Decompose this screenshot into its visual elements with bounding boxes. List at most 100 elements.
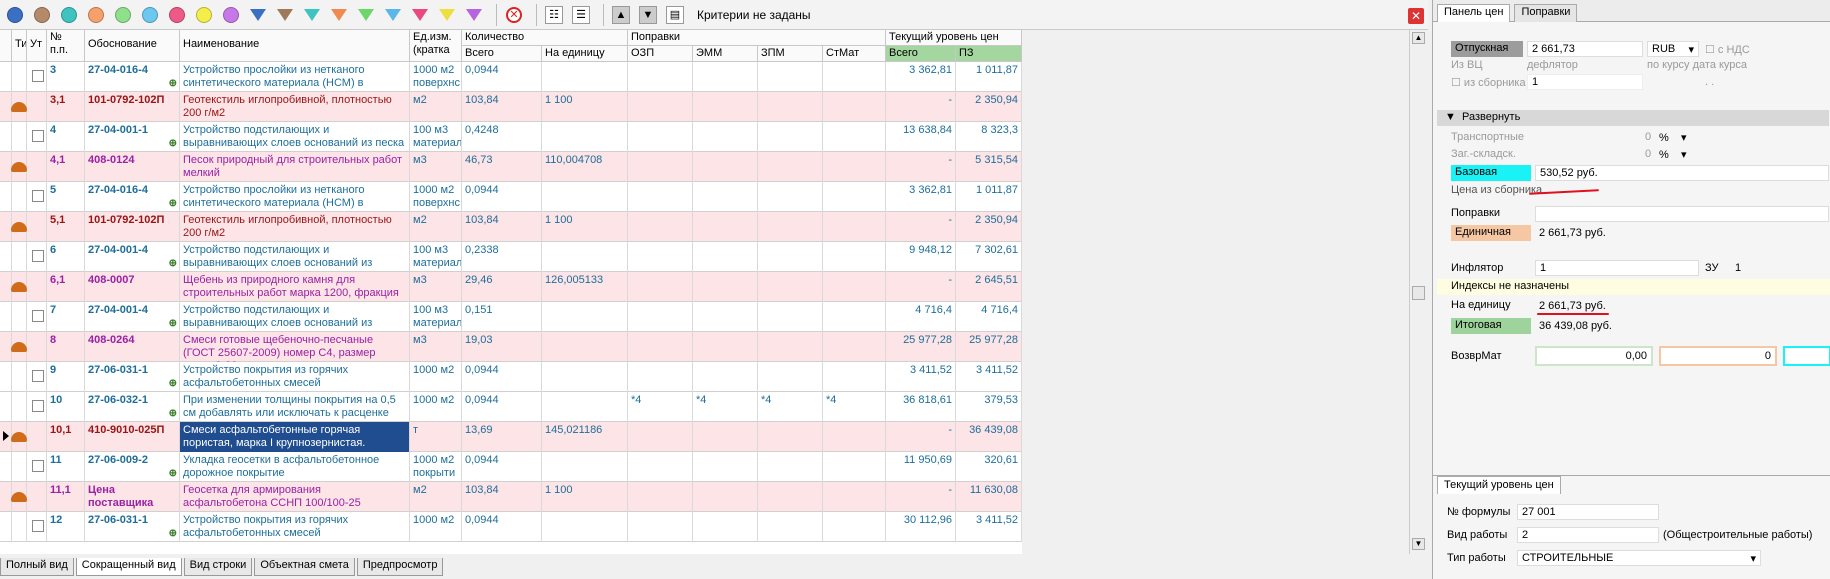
row-basis-code[interactable]: Цена поставщика <box>85 482 180 512</box>
row-qty-total[interactable]: 103,84 <box>462 92 542 122</box>
row-name[interactable]: Песок природный для строительных работ м… <box>180 152 410 182</box>
row-qty-total[interactable]: 29,46 <box>462 272 542 302</box>
row-basis-code[interactable]: 27-06-031-1 ⊕ <box>85 362 180 392</box>
filter-orange-circle-button[interactable] <box>85 4 107 26</box>
row-qty-unit[interactable] <box>542 242 628 272</box>
row-basis-code[interactable]: 27-06-031-1 ⊕ <box>85 512 180 542</box>
row-name[interactable]: Смеси готовые щебеночно-песчаные (ГОСТ 2… <box>180 332 410 362</box>
row-qty-unit[interactable] <box>542 182 628 212</box>
row-name[interactable]: Смеси асфальтобетонные горячая пористая,… <box>180 422 410 452</box>
row-marker-cell[interactable] <box>0 302 12 332</box>
row-ozp[interactable]: *4 <box>628 392 693 422</box>
row-emm[interactable] <box>693 422 758 452</box>
row-pz[interactable]: 3 411,52 <box>956 362 1022 392</box>
row-stmat[interactable] <box>823 212 886 242</box>
row-emm[interactable] <box>693 362 758 392</box>
row-stmat[interactable] <box>823 242 886 272</box>
row-stmat[interactable]: *4 <box>823 392 886 422</box>
row-zpm[interactable] <box>758 122 823 152</box>
transport-value[interactable]: 0 <box>1645 131 1651 143</box>
row-ozp[interactable] <box>628 242 693 272</box>
row-zpm[interactable] <box>758 242 823 272</box>
row-qty-unit[interactable]: 1 100 <box>542 212 628 242</box>
row-marker-cell[interactable] <box>0 362 12 392</box>
header-price-total[interactable]: Всего <box>886 46 956 62</box>
header-corrections[interactable]: Поправки <box>628 30 886 46</box>
row-number[interactable]: 5 <box>47 182 85 212</box>
row-number[interactable]: 10,1 <box>47 422 85 452</box>
row-zpm[interactable] <box>758 422 823 452</box>
row-price-total[interactable]: - <box>886 272 956 302</box>
row-number[interactable]: 9 <box>47 362 85 392</box>
row-number[interactable]: 3 <box>47 62 85 92</box>
release-price-input[interactable]: 2 661,73 <box>1527 41 1643 57</box>
row-stmat[interactable] <box>823 182 886 212</box>
row-qty-unit[interactable] <box>542 302 628 332</box>
tree-collapse-icon[interactable]: ☰ <box>570 4 592 26</box>
row-qty-unit[interactable]: 145,021186 <box>542 422 628 452</box>
row-qty-unit[interactable] <box>542 122 628 152</box>
row-stmat[interactable] <box>823 62 886 92</box>
row-name[interactable]: Устройство покрытия из горячих асфальтоб… <box>180 362 410 392</box>
filter-teal-circle-button[interactable] <box>58 4 80 26</box>
row-unit[interactable]: м2 <box>410 92 462 122</box>
row-name[interactable]: Устройство подстилающих и выравнивающих … <box>180 302 410 332</box>
row-zpm[interactable] <box>758 62 823 92</box>
row-checkbox[interactable] <box>32 460 44 472</box>
row-marker-cell[interactable] <box>0 272 12 302</box>
row-qty-unit[interactable] <box>542 62 628 92</box>
row-zpm[interactable] <box>758 182 823 212</box>
row-ozp[interactable] <box>628 452 693 482</box>
row-unit[interactable]: м3 <box>410 272 462 302</box>
row-unit[interactable]: м3 <box>410 152 462 182</box>
row-stmat[interactable] <box>823 482 886 512</box>
row-basis-code[interactable]: 27-06-032-1 ⊕ <box>85 392 180 422</box>
row-name[interactable]: При изменении толщины покрытия на 0,5 см… <box>180 392 410 422</box>
row-stmat[interactable] <box>823 302 886 332</box>
row-price-total[interactable]: 36 818,61 <box>886 392 956 422</box>
row-qty-total[interactable]: 0,0944 <box>462 392 542 422</box>
table-row[interactable]: 8 408-0264 Смеси готовые щебеночно-песчаны… <box>0 332 1022 362</box>
filter-brown-circle-button[interactable] <box>31 4 53 26</box>
row-unit[interactable]: м3 <box>410 332 462 362</box>
table-row[interactable]: 10,1 410-9010-025П Смеси асфальтобетонные … <box>0 422 1022 452</box>
tab-full-view[interactable]: Полный вид <box>0 558 74 576</box>
work-type-select[interactable]: СТРОИТЕЛЬНЫЕ ▾ <box>1517 550 1761 566</box>
row-basis-code[interactable]: 101-0792-102П <box>85 92 180 122</box>
tab-preview[interactable]: Предпросмотр <box>356 558 444 576</box>
row-unit[interactable]: т <box>410 422 462 452</box>
row-emm[interactable] <box>693 332 758 362</box>
row-name[interactable]: Устройство подстилающих и выравнивающих … <box>180 122 410 152</box>
row-price-total[interactable]: 30 112,96 <box>886 512 956 542</box>
row-unit[interactable]: 100 м3 материал <box>410 122 462 152</box>
row-emm[interactable] <box>693 92 758 122</box>
move-down-icon[interactable]: ▼ <box>637 4 659 26</box>
row-pz[interactable]: 1 011,87 <box>956 182 1022 212</box>
row-ozp[interactable] <box>628 482 693 512</box>
grid-vertical-scrollbar[interactable]: ▲ ▼ <box>1409 30 1427 554</box>
scroll-up-icon[interactable]: ▲ <box>1412 32 1425 44</box>
row-pz[interactable]: 2 645,51 <box>956 272 1022 302</box>
row-name[interactable]: Щебень из природного камня для строитель… <box>180 272 410 302</box>
collection-input[interactable]: 1 <box>1527 74 1643 90</box>
row-pz[interactable]: 1 011,87 <box>956 62 1022 92</box>
row-qty-total[interactable]: 0,4248 <box>462 122 542 152</box>
row-qty-total[interactable]: 103,84 <box>462 482 542 512</box>
row-price-total[interactable]: 3 362,81 <box>886 62 956 92</box>
row-ozp[interactable] <box>628 302 693 332</box>
row-ozp[interactable] <box>628 512 693 542</box>
tab-corrections[interactable]: Поправки <box>1514 4 1578 22</box>
row-name[interactable]: Устройство покрытия из горячих асфальтоб… <box>180 512 410 542</box>
row-checkbox[interactable] <box>32 370 44 382</box>
table-row[interactable]: 5 27-04-016-4 ⊕ Устройство прослойки из нет… <box>0 182 1022 212</box>
row-name[interactable]: Устройство прослойки из нетканого синтет… <box>180 182 410 212</box>
row-number[interactable]: 11,1 <box>47 482 85 512</box>
vat-checkbox[interactable]: ☐ с НДС <box>1705 43 1750 56</box>
row-unit[interactable]: 1000 м2 <box>410 392 462 422</box>
row-emm[interactable] <box>693 272 758 302</box>
row-basis-code[interactable]: 27-04-001-4 ⊕ <box>85 302 180 332</box>
row-number[interactable]: 10 <box>47 392 85 422</box>
header-ozp[interactable]: ОЗП <box>628 46 693 62</box>
row-marker-cell[interactable] <box>0 482 12 512</box>
row-pz[interactable]: 11 630,08 <box>956 482 1022 512</box>
